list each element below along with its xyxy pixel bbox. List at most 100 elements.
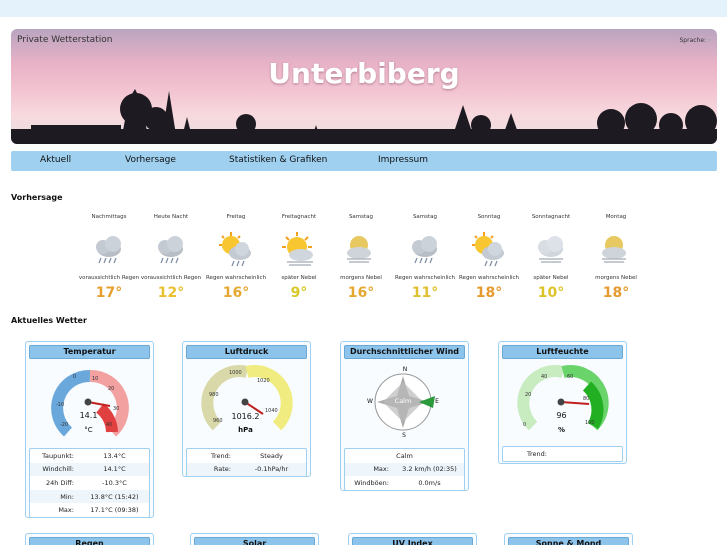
forecast-description: morgens Nebel <box>595 275 637 281</box>
forecast-temperature: 17° <box>95 285 123 301</box>
table-row: Taupunkt: 13.4°C <box>30 449 149 463</box>
pressure-unit: hPa <box>238 426 253 434</box>
row-label: Taupunkt: <box>42 451 74 460</box>
cloud-fog-icon <box>538 236 563 263</box>
forecast-description: morgens Nebel <box>340 275 382 281</box>
svg-text:1020: 1020 <box>257 378 270 384</box>
forecast-temperature: 11° <box>411 285 439 301</box>
forecast-item: Sonntagnacht später Nebel 10° <box>519 213 583 301</box>
table-row: Calm <box>345 449 464 463</box>
fog-sun-icon <box>602 236 626 263</box>
forecast-period: Sonntag <box>477 214 501 220</box>
forecast-temperature: 10° <box>537 285 565 301</box>
row-value: 0.0m/s <box>418 478 441 487</box>
forecast-item: Samstag morgens Nebel 16° <box>329 213 393 301</box>
forecast-temperature: 9° <box>290 285 308 301</box>
forecast-period: Freitagnacht <box>281 214 317 220</box>
forecast-description: später Nebel <box>281 275 317 281</box>
row-label: Trend: <box>210 451 231 460</box>
humidity-title: Luftfeuchte <box>502 345 623 359</box>
svg-text:80: 80 <box>583 396 589 402</box>
forecast-period: Heute Nacht <box>153 214 189 220</box>
row-label: Rate: <box>213 465 231 474</box>
nav-item-aktuell[interactable]: Aktuell <box>40 155 71 165</box>
rain-cloud-icon <box>412 236 437 264</box>
row-label: Max: <box>58 506 74 515</box>
svg-text:20: 20 <box>525 392 531 398</box>
language-selector[interactable]: Sprache: ▾ <box>679 37 711 44</box>
rain-cloud-icon <box>158 236 183 264</box>
forecast-period: Nachmittags <box>91 214 127 220</box>
row-value: 3.2 km/h (02:35) <box>402 465 457 474</box>
forecast-period: Sonntagnacht <box>531 214 571 220</box>
solar-widget: Solar <box>190 533 319 545</box>
sun-fog-icon <box>282 232 313 266</box>
temperature-title: Temperatur <box>29 345 150 359</box>
row-label: Max: <box>373 465 389 474</box>
forecast-temperature: 18° <box>602 285 630 301</box>
site-name: Private Wetterstation <box>17 35 113 45</box>
svg-text:0: 0 <box>73 374 76 380</box>
svg-text:-10: -10 <box>56 402 64 408</box>
forecast-temperature: 16° <box>222 285 250 301</box>
temperature-gauge: -20 -10 0 10 20 30 40 <box>51 369 129 437</box>
nav-item-statistiken[interactable]: Statistiken & Grafiken <box>229 155 327 165</box>
top-bar <box>0 0 727 17</box>
table-row: Trend: Steady <box>187 449 306 463</box>
row-value: 13.4°C <box>103 451 126 460</box>
forecast-temperature: 18° <box>475 285 503 301</box>
row-label: Windchill: <box>42 465 74 474</box>
wind-widget: Durchschnittlicher Wind N E S W Calm Cal… <box>340 341 469 491</box>
humidity-widget: Luftfeuchte 0 20 40 60 80 100 96 % Trend… <box>498 341 627 464</box>
current-weather-heading: Aktuelles Wetter <box>11 316 87 325</box>
row-value: Steady <box>260 451 283 460</box>
forecast-description: voraussichtlich Regen <box>78 275 140 281</box>
table-row: Max: 17.1°C (09:38) <box>30 503 149 517</box>
rain-widget: Regen <box>25 533 154 545</box>
row-label: Trend: <box>526 449 547 458</box>
header-banner: Private Wetterstation Sprache: ▾ Unterbi… <box>11 29 717 144</box>
wind-table: Calm Max: 3.2 km/h (02:35) Windböen: 0.0m/… <box>344 448 465 491</box>
pressure-value: 1016.2 <box>231 412 260 421</box>
pressure-title: Luftdruck <box>186 345 307 359</box>
forecast-period: Samstag <box>348 214 374 220</box>
forecast-temperature: 12° <box>157 285 185 301</box>
row-label: Windböen: <box>354 478 389 487</box>
table-row: Windböen: 0.0m/s <box>345 476 464 490</box>
nav-item-impressum[interactable]: Impressum <box>378 155 428 165</box>
table-row: 24h Diff: -10.3°C <box>30 476 149 490</box>
main-nav: Aktuell Vorhersage Statistiken & Grafike… <box>11 151 717 171</box>
rain-title: Regen <box>29 537 150 545</box>
row-value: -10.3°C <box>102 478 127 487</box>
compass-n: N <box>402 366 408 373</box>
forecast-item: Freitag Regen wahrscheinlich 16° <box>204 213 268 301</box>
pressure-table: Trend: Steady Rate: -0.1hPa/hr <box>186 448 307 478</box>
humidity-value: 96 <box>556 411 567 420</box>
wind-title: Durchschnittlicher Wind <box>344 345 465 359</box>
sun-rain-icon <box>219 232 251 267</box>
forecast-item: Sonntag Regen wahrscheinlich 18° <box>457 213 521 301</box>
forecast-item: Heute Nacht voraussichtlich Regen 12° <box>139 213 203 301</box>
temperature-value: 14.1 <box>79 411 98 420</box>
row-label: Min: <box>60 492 74 501</box>
fog-sun-icon <box>347 236 371 263</box>
uv-index-widget: UV Index <box>348 533 477 545</box>
forecast-item: Montag morgens Nebel 18° <box>584 213 648 301</box>
row-value: -0.1hPa/hr <box>254 465 289 474</box>
forecast-period: Samstag <box>412 214 438 220</box>
table-row: Rate: -0.1hPa/hr <box>187 462 306 477</box>
forecast-description: Regen wahrscheinlich <box>205 275 267 281</box>
temperature-widget: Temperatur -20 -10 0 10 20 30 40 14.1 °C… <box>25 341 154 518</box>
table-row: Trend: <box>503 447 622 461</box>
forecast-description: Regen wahrscheinlich <box>458 275 520 281</box>
svg-text:40: 40 <box>541 374 547 380</box>
nav-item-vorhersage[interactable]: Vorhersage <box>125 155 176 165</box>
humidity-gauge: 0 20 40 60 80 100 <box>517 365 609 431</box>
table-row: Min: 13.8°C (15:42) <box>30 489 149 504</box>
compass-s: S <box>402 432 406 439</box>
site-title: Unterbiberg <box>268 57 460 90</box>
svg-text:1000: 1000 <box>229 370 242 376</box>
rain-cloud-icon <box>96 236 121 264</box>
temperature-unit: °C <box>84 426 93 434</box>
forecast-description: voraussichtlich Regen <box>140 275 202 281</box>
